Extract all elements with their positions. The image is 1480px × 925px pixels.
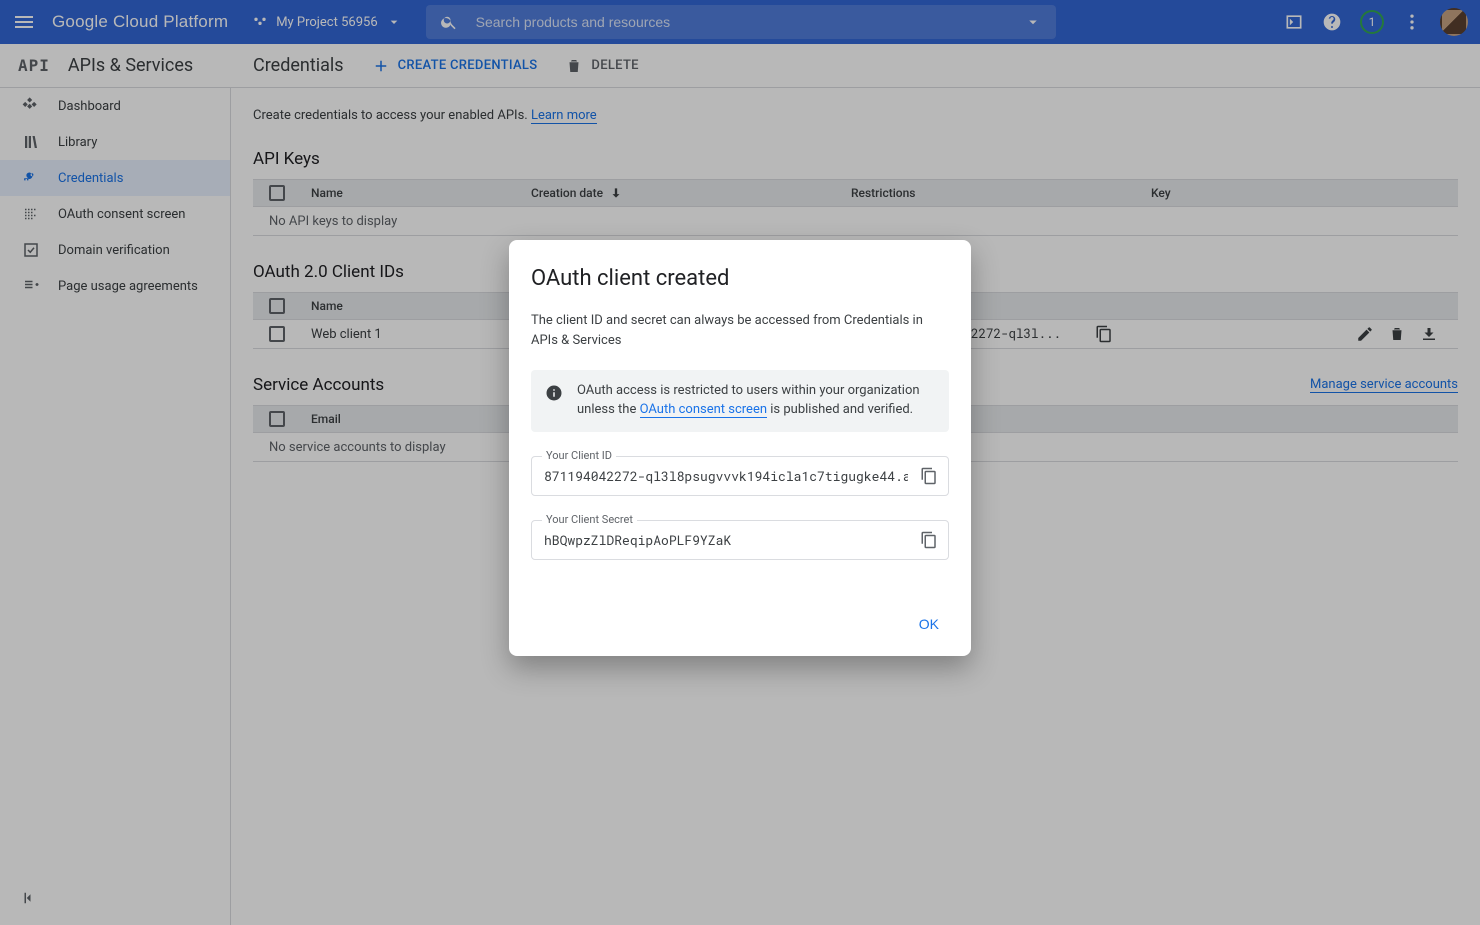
modal-scrim[interactable]: OAuth client created The client ID and s…	[0, 0, 1480, 925]
copy-icon[interactable]	[920, 531, 938, 549]
client-id-value[interactable]: 871194042272-ql3l8psugvvvk194icla1c7tigu…	[544, 467, 908, 485]
info-icon	[545, 384, 563, 402]
consent-link[interactable]: OAuth consent screen	[640, 402, 767, 418]
client-secret-label: Your Client Secret	[542, 513, 637, 526]
client-secret-value[interactable]: hBQwpzZlDReqipAoPLF9YZaK	[544, 531, 731, 549]
dialog-title: OAuth client created	[531, 266, 949, 291]
oauth-created-dialog: OAuth client created The client ID and s…	[509, 240, 971, 656]
client-id-label: Your Client ID	[542, 449, 616, 462]
copy-icon[interactable]	[920, 467, 938, 485]
client-secret-field: Your Client Secret hBQwpzZlDReqipAoPLF9Y…	[531, 520, 949, 560]
dialog-body: The client ID and secret can always be a…	[531, 311, 949, 350]
info-card: OAuth access is restricted to users with…	[531, 370, 949, 432]
client-id-field: Your Client ID 871194042272-ql3l8psugvvv…	[531, 456, 949, 496]
ok-button[interactable]: OK	[909, 608, 949, 640]
